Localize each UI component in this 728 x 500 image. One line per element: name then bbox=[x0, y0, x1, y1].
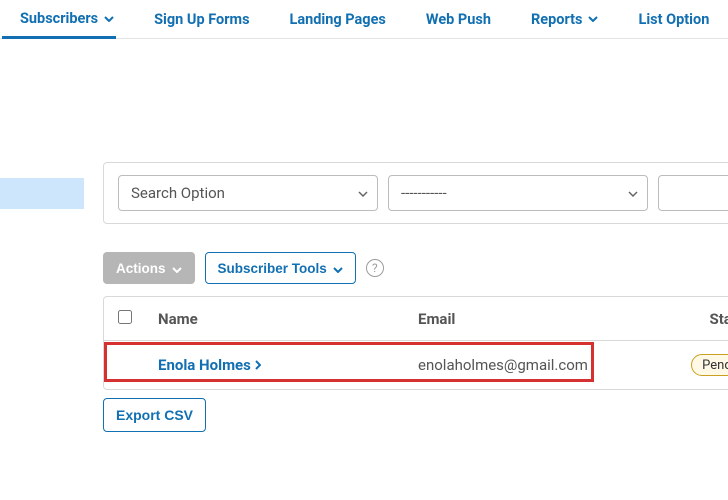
filter-select-wrap: ----------- bbox=[388, 175, 648, 211]
table-row: Enola Holmes enolaholmes@gmail.com Pendi… bbox=[104, 341, 728, 389]
actions-label: Actions bbox=[116, 261, 166, 276]
nav-landing[interactable]: Landing Pages bbox=[288, 0, 388, 38]
nav-listoptions[interactable]: List Option bbox=[636, 0, 711, 38]
export-csv-button[interactable]: Export CSV bbox=[103, 398, 206, 432]
top-nav: Subscribers Sign Up Forms Landing Pages … bbox=[0, 0, 728, 39]
toolbar: Actions Subscriber Tools ? bbox=[103, 252, 384, 284]
subscribers-table: Name Email Status Enola Holmes enolaholm… bbox=[103, 296, 728, 390]
nav-landing-label: Landing Pages bbox=[290, 11, 386, 28]
nav-signup-label: Sign Up Forms bbox=[154, 11, 249, 28]
nav-reports[interactable]: Reports bbox=[529, 0, 600, 38]
export-wrap: Export CSV bbox=[103, 398, 206, 432]
nav-webpush-label: Web Push bbox=[426, 11, 491, 28]
filter-select-value: ----------- bbox=[401, 184, 447, 202]
chevron-right-icon bbox=[255, 356, 261, 374]
subscriber-tools-label: Subscriber Tools bbox=[218, 261, 327, 276]
nav-webpush[interactable]: Web Push bbox=[424, 0, 493, 38]
sidebar-active-highlight bbox=[0, 178, 84, 209]
header-email: Email bbox=[418, 310, 673, 328]
nav-subscribers[interactable]: Subscribers bbox=[2, 1, 116, 39]
header-status: Status bbox=[673, 310, 728, 328]
subscriber-name: Enola Holmes bbox=[158, 356, 251, 374]
status-badge: Pendin bbox=[691, 354, 728, 376]
chevron-down-icon bbox=[588, 16, 598, 22]
subscriber-tools-button[interactable]: Subscriber Tools bbox=[205, 252, 356, 284]
header-name: Name bbox=[158, 310, 418, 328]
subscriber-email: enolaholmes@gmail.com bbox=[418, 356, 673, 374]
filter-select[interactable]: ----------- bbox=[388, 175, 648, 211]
nav-reports-label: Reports bbox=[531, 11, 582, 28]
help-icon-label: ? bbox=[372, 261, 378, 275]
row-status-cell: Pendin bbox=[673, 354, 728, 376]
search-option-value: Search Option bbox=[131, 184, 225, 202]
actions-button[interactable]: Actions bbox=[103, 252, 195, 284]
select-all-checkbox[interactable] bbox=[118, 310, 132, 324]
nav-signup[interactable]: Sign Up Forms bbox=[152, 0, 251, 38]
filter-bar: Search Option ----------- bbox=[103, 162, 728, 224]
chevron-down-icon bbox=[333, 261, 343, 276]
row-name-cell: Enola Holmes bbox=[158, 356, 418, 374]
chevron-down-icon bbox=[104, 16, 114, 22]
subscriber-name-link[interactable]: Enola Holmes bbox=[158, 356, 261, 374]
search-option-select-wrap: Search Option bbox=[118, 175, 378, 211]
nav-listoptions-label: List Option bbox=[638, 11, 709, 28]
search-option-select[interactable]: Search Option bbox=[118, 175, 378, 211]
search-input[interactable] bbox=[658, 175, 728, 211]
status-label: Pendin bbox=[702, 358, 728, 373]
help-icon[interactable]: ? bbox=[366, 259, 384, 277]
table-header: Name Email Status bbox=[104, 297, 728, 341]
nav-subscribers-label: Subscribers bbox=[20, 10, 98, 27]
header-checkbox-cell bbox=[118, 310, 158, 328]
chevron-down-icon bbox=[172, 261, 182, 276]
export-csv-label: Export CSV bbox=[116, 407, 193, 423]
